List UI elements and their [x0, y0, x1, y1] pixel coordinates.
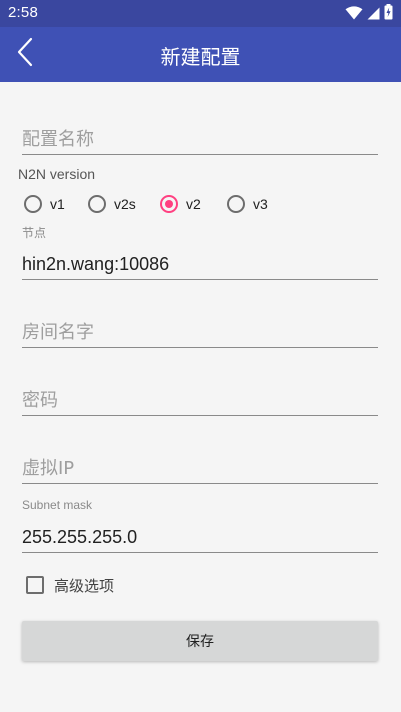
room-name-underline [22, 347, 378, 348]
supernode-field: 节点 [22, 224, 378, 280]
advanced-options-label: 高级选项 [54, 576, 115, 595]
page-title: 新建配置 [160, 45, 241, 69]
radio-button-icon [24, 195, 42, 213]
supernode-label: 节点 [22, 226, 47, 240]
virtual-ip-input[interactable] [22, 458, 378, 479]
password-field [22, 373, 378, 416]
status-bar: 2:58 [0, 0, 401, 27]
config-form: N2N version v1 v2s v2 v3 节点 [0, 82, 401, 712]
radio-v2[interactable]: v2 [160, 195, 227, 213]
battery-icon [384, 4, 393, 24]
radio-v3-label: v3 [253, 196, 268, 212]
radio-v2-label: v2 [186, 196, 201, 212]
radio-v3[interactable]: v3 [227, 195, 287, 213]
subnet-mask-label: Subnet mask [22, 498, 93, 512]
password-input[interactable] [22, 390, 378, 411]
subnet-mask-underline [22, 552, 378, 553]
radio-v1[interactable]: v1 [24, 195, 88, 213]
supernode-underline [22, 279, 378, 280]
status-time: 2:58 [8, 4, 38, 21]
config-name-input[interactable] [22, 129, 378, 150]
cell-signal-icon [367, 5, 380, 24]
room-name-field [22, 305, 378, 348]
virtual-ip-field [22, 441, 378, 484]
advanced-options-checkbox[interactable]: 高级选项 [26, 575, 114, 595]
radio-v1-label: v1 [50, 196, 65, 212]
password-underline [22, 415, 378, 416]
wifi-icon [345, 5, 363, 24]
virtual-ip-underline [22, 483, 378, 484]
radio-button-icon [227, 195, 245, 213]
supernode-input[interactable] [22, 254, 378, 275]
config-name-underline [22, 154, 378, 155]
n2n-version-radio-group: v1 v2s v2 v3 [24, 191, 287, 217]
checkbox-icon [26, 576, 44, 594]
n2n-version-label: N2N version [18, 166, 96, 182]
subnet-mask-input[interactable] [22, 527, 378, 548]
radio-v2s[interactable]: v2s [88, 195, 160, 213]
config-name-field [22, 112, 378, 155]
save-button[interactable]: 保存 [22, 621, 378, 661]
room-name-input[interactable] [22, 322, 378, 343]
radio-v2s-label: v2s [114, 196, 136, 212]
app-bar: 新建配置 [0, 27, 401, 82]
radio-button-icon [88, 195, 106, 213]
subnet-mask-field: Subnet mask [22, 498, 378, 553]
radio-button-checked-icon [160, 195, 178, 213]
status-icons [345, 4, 393, 24]
